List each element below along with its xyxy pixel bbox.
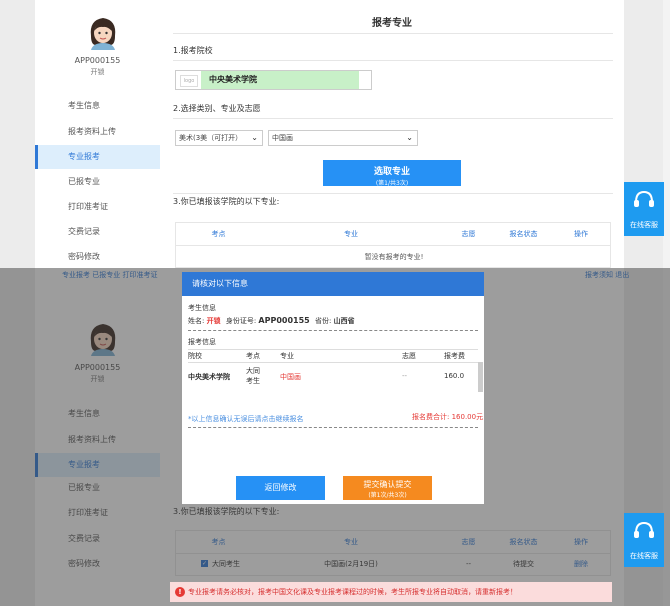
col-header-wish: 志愿	[402, 352, 416, 360]
col-header-exam-site: 考点	[211, 230, 226, 238]
candidate-section-title: 考生信息	[188, 304, 216, 312]
sidebar-item-payment-records[interactable]: 交费记录	[35, 220, 160, 244]
confirm-count: (第1次/共3次)	[368, 492, 407, 499]
province-value: 山西省	[333, 317, 355, 325]
sidebar-item-password[interactable]: 密码修改	[35, 245, 160, 269]
total-label: 报名费合计:	[412, 413, 450, 421]
dialog-header: 请核对以下信息	[182, 272, 484, 296]
headset-icon	[634, 521, 654, 538]
province-label: 省份:	[314, 317, 332, 325]
col-header-action: 操作	[574, 230, 588, 238]
id-label: 身份证号:	[225, 317, 257, 325]
row-school: 中央美术学院	[188, 373, 230, 381]
divider	[188, 362, 478, 363]
id-value: APP000155	[258, 316, 310, 325]
panel-confirm-dialog: APP000155 开锁 考生信息 报考资料上传 专业报考 已报专业 打印准考证…	[0, 268, 670, 606]
select-major-label: 选取专业	[373, 167, 410, 177]
divider	[176, 245, 610, 246]
name-value: 开锁	[206, 317, 221, 325]
confirm-label: 提交确认提交	[363, 480, 412, 489]
sidebar-item-candidate-info[interactable]: 考生信息	[35, 94, 160, 118]
total-value: 160.00元	[451, 413, 484, 421]
back-edit-button[interactable]: 返回修改	[236, 476, 325, 500]
divider	[188, 349, 478, 350]
empty-message: 暂没有报考的专业!	[364, 253, 424, 261]
col-header-fee: 报考费	[444, 352, 465, 360]
category-select-value: 美术(3美（可打开）	[179, 134, 243, 142]
dialog-scrollbar[interactable]	[478, 362, 483, 392]
col-header-status: 报名状态	[509, 230, 538, 238]
sidebar: APP000155 开锁 考生信息 报考资料上传 专业报考 已报专业 打印准考证…	[35, 0, 161, 270]
col-header-site: 考点	[246, 352, 260, 360]
school-field[interactable]: logo 中央美术学院	[175, 70, 372, 90]
select-major-count: (第1/共3次)	[375, 180, 409, 187]
major-select[interactable]: 中国画 ⌄	[268, 130, 418, 146]
select-major-button[interactable]: 选取专业 (第1/共3次)	[323, 160, 461, 187]
row-fee: 160.0	[444, 372, 465, 380]
divider	[173, 193, 613, 194]
sidebar-item-registered-majors[interactable]: 已报专业	[35, 170, 160, 194]
online-service-label: 在线客服	[630, 221, 658, 229]
account-name: 开锁	[90, 68, 105, 76]
step1-label: 1.报考院校	[173, 46, 213, 55]
registered-majors-table: 考点 专业 志愿 报名状态 操作 暂没有报考的专业!	[175, 222, 611, 268]
main-content: 报考专业 1.报考院校 logo 中央美术学院 2.选择类别、专业及志愿 美术(…	[160, 0, 624, 270]
row-wish: --	[402, 372, 408, 380]
sidebar-item-print-ticket[interactable]: 打印准考证	[35, 195, 160, 219]
chevron-down-icon: ⌄	[251, 133, 258, 142]
chevron-down-icon: ⌄	[406, 133, 413, 142]
major-select-value: 中国画	[272, 134, 293, 142]
divider	[173, 33, 613, 34]
warning-text: 专业报考请务必核对，报考中国文化课及专业报考课程过的时候，考生所报专业将自动取消…	[188, 588, 517, 596]
col-header-major: 专业	[280, 352, 294, 360]
avatar-icon	[90, 18, 116, 50]
report-section-title: 报考信息	[188, 338, 216, 346]
sidebar-item-upload[interactable]: 报考资料上传	[35, 120, 160, 144]
divider	[173, 60, 613, 61]
category-select[interactable]: 美术(3美（可打开） ⌄	[175, 130, 263, 146]
online-service-button[interactable]: 在线客服	[624, 513, 664, 567]
online-service-button[interactable]: 在线客服	[624, 182, 664, 236]
col-header-major: 专业	[344, 230, 358, 238]
online-service-label: 在线客服	[630, 552, 658, 560]
candidate-info-line: 姓名: 开锁 身份证号: APP000155 省份: 山西省	[188, 316, 355, 326]
row-major: 中国画	[280, 373, 301, 381]
total-fee: 报名费合计: 160.00元	[412, 412, 483, 422]
sidebar-item-major-registration[interactable]: 专业报考	[35, 145, 160, 169]
confirm-dialog: 请核对以下信息 考生信息 姓名: 开锁 身份证号: APP000155 省份: …	[182, 272, 484, 504]
row-site: 大同考生	[246, 367, 260, 385]
col-header-school: 院校	[188, 352, 202, 360]
step2-label: 2.选择类别、专业及志愿	[173, 104, 261, 113]
name-label: 姓名:	[188, 317, 205, 325]
panel-major-registration: APP000155 开锁 考生信息 报考资料上传 专业报考 已报专业 打印准考证…	[0, 0, 670, 270]
page-title: 报考专业	[372, 18, 412, 29]
divider	[188, 427, 478, 428]
confirm-submit-button[interactable]: 提交确认提交 (第1次/共3次)	[343, 476, 432, 500]
warning-notice: ! 专业报考请务必核对，报考中国文化课及专业报考课程过的时候，考生所报专业将自动…	[170, 582, 612, 602]
continue-link[interactable]: *以上信息确认无误后请点击继续报名	[188, 414, 304, 424]
school-logo-icon: logo	[180, 75, 198, 87]
divider	[173, 118, 613, 119]
divider	[188, 330, 478, 331]
account-id: APP000155	[74, 56, 121, 65]
headset-icon	[634, 190, 654, 207]
step3-label: 3.你已填报该学院的以下专业:	[173, 197, 280, 206]
school-name: 中央美术学院	[201, 71, 359, 89]
scrollbar[interactable]	[663, 0, 670, 270]
warning-icon: !	[175, 587, 185, 597]
col-header-wish: 志愿	[461, 230, 476, 238]
